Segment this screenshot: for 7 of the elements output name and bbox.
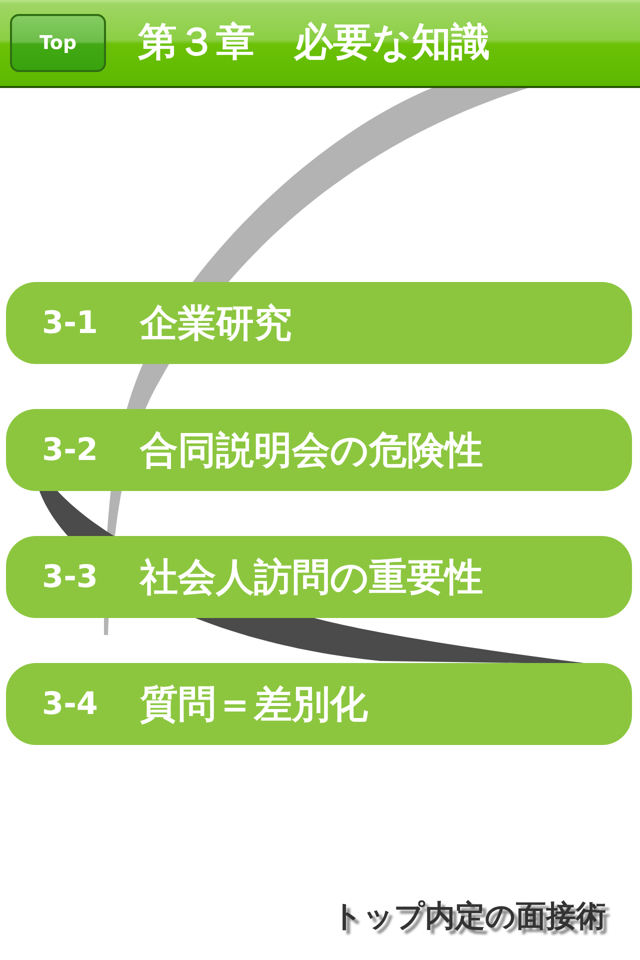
section-menu-item[interactable]: 3-3 社会人訪問の重要性	[6, 536, 632, 618]
section-menu-item[interactable]: 3-2 合同説明会の危険性	[6, 409, 632, 491]
section-menu-item[interactable]: 3-4 質問＝差別化	[6, 663, 632, 745]
app-logo-text: トップ内定の面接術	[332, 898, 606, 936]
section-menu-item[interactable]: 3-1 企業研究	[6, 282, 632, 364]
chapter-title: 第３章 必要な知識	[138, 20, 490, 66]
top-button[interactable]: Top	[10, 14, 106, 72]
